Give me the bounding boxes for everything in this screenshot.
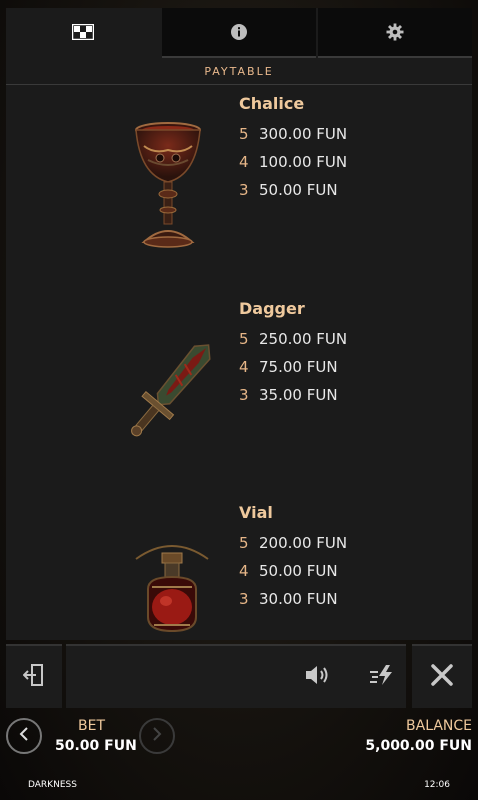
payout-amount: 30.00 FUN (259, 590, 338, 608)
chevron-left-icon (18, 726, 30, 746)
payout-row: 3 30.00 FUN (239, 590, 338, 608)
turbo-button[interactable] (368, 664, 396, 690)
clock: 12:06 (424, 780, 450, 790)
payout-amount: 75.00 FUN (259, 358, 338, 376)
payout-count: 4 (239, 153, 249, 171)
payout-count: 3 (239, 386, 249, 404)
gear-icon (386, 23, 404, 41)
close-button[interactable] (412, 644, 472, 708)
payout-row: 4 50.00 FUN (239, 562, 338, 580)
payout-amount: 50.00 FUN (259, 562, 338, 580)
payout-count: 5 (239, 534, 249, 552)
paytable-grid-icon (72, 24, 94, 40)
exit-button[interactable] (6, 644, 62, 708)
exit-door-icon (22, 663, 45, 691)
payout-row: 5 250.00 FUN (239, 330, 347, 348)
payout-row: 4 75.00 FUN (239, 358, 338, 376)
payout-row: 3 50.00 FUN (239, 181, 338, 199)
bet-label: BET (78, 718, 106, 734)
vial-icon (132, 539, 212, 639)
payout-count: 5 (239, 330, 249, 348)
symbol-vial: Vial 5 200.00 FUN 4 50.00 FUN 3 30.00 FUN (6, 503, 472, 643)
payout-amount: 50.00 FUN (259, 181, 338, 199)
payout-amount: 35.00 FUN (259, 386, 338, 404)
bet-decrease-button[interactable] (6, 718, 42, 754)
payout-row: 5 200.00 FUN (239, 534, 347, 552)
payout-count: 5 (239, 125, 249, 143)
info-icon (230, 23, 248, 41)
tab-info[interactable] (162, 8, 316, 58)
bet-value: 50.00 FUN (55, 738, 137, 754)
payout-count: 3 (239, 590, 249, 608)
symbol-chalice: Chalice 5 300.00 FUN 4 100.00 FUN 3 50.00 F… (6, 94, 472, 274)
close-icon (430, 663, 454, 691)
bet-increase-button[interactable] (139, 718, 175, 754)
payout-count: 4 (239, 358, 249, 376)
game-name: DARKNESS (28, 780, 77, 790)
symbol-dagger: Dagger 5 250.00 FUN 4 75.00 FUN 3 35.00 FUN (6, 299, 472, 479)
turbo-bolt-icon (368, 664, 396, 690)
bottom-toolbar (6, 644, 472, 708)
balance-label: BALANCE (406, 718, 472, 734)
balance-value: 5,000.00 FUN (365, 738, 472, 754)
toolbar-middle (66, 644, 406, 708)
speaker-icon (304, 664, 332, 690)
sound-button[interactable] (304, 664, 332, 690)
tab-bar (6, 8, 472, 58)
payout-amount: 300.00 FUN (259, 125, 348, 143)
payout-count: 4 (239, 562, 249, 580)
payout-row: 5 300.00 FUN (239, 125, 347, 143)
symbol-name: Dagger (239, 299, 305, 318)
symbol-name: Chalice (239, 94, 305, 113)
tab-paytable[interactable] (6, 8, 160, 56)
chalice-icon (130, 120, 206, 254)
tab-settings[interactable] (318, 8, 472, 58)
payout-amount: 100.00 FUN (259, 153, 348, 171)
symbol-name: Vial (239, 503, 273, 522)
payout-row: 4 100.00 FUN (239, 153, 347, 171)
payout-amount: 200.00 FUN (259, 534, 348, 552)
payout-count: 3 (239, 181, 249, 199)
payout-row: 3 35.00 FUN (239, 386, 338, 404)
chevron-right-icon (151, 726, 163, 746)
dagger-icon (120, 331, 220, 455)
payout-amount: 250.00 FUN (259, 330, 348, 348)
footer-bar: BET 50.00 FUN BALANCE 5,000.00 FUN DARKN… (0, 708, 478, 800)
page-title: PAYTABLE (204, 64, 274, 78)
paytable-header: PAYTABLE (6, 58, 472, 85)
